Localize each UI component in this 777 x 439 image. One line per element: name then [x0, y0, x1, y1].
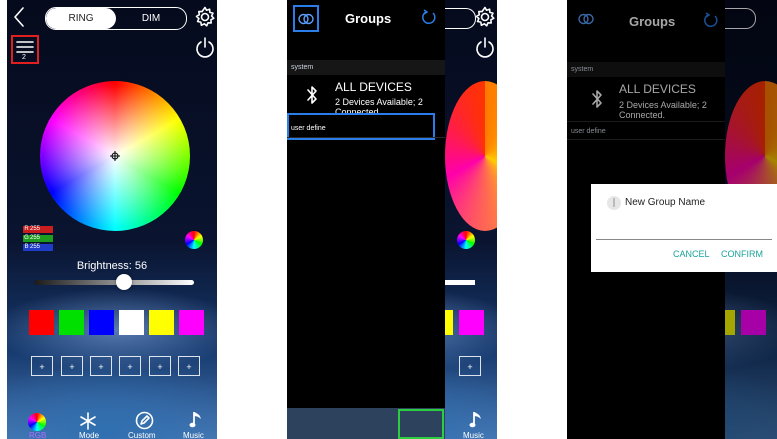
nav-custom[interactable]: Custom	[128, 431, 156, 439]
swatch-red[interactable]	[29, 310, 54, 335]
confirm-button[interactable]: CONFIRM	[721, 249, 763, 259]
color-palette-icon	[457, 231, 475, 249]
red-value: 255	[30, 226, 41, 232]
custom-color-add-button: +	[459, 356, 481, 376]
power-icon	[476, 37, 494, 58]
rgb-value-green: G255	[23, 235, 53, 242]
menu-icon	[16, 41, 34, 53]
swatch-magenta[interactable]	[179, 310, 204, 335]
music-note-icon	[469, 412, 481, 428]
menu-badge: 2	[22, 54, 26, 61]
gear-icon[interactable]	[194, 6, 216, 28]
new-group-dialog-screen: Groups system ALL DEVICES 2 Devices Avai…	[567, 0, 777, 439]
info-icon	[607, 196, 621, 210]
swatch-peek-yellow	[445, 310, 453, 335]
link-groups-icon	[298, 13, 314, 25]
dialog-title: New Group Name	[625, 197, 706, 208]
custom-edit-icon[interactable]	[135, 411, 154, 430]
groups-screen: + Groups system ALL DEVICES 2 Devices Av…	[287, 0, 497, 439]
tab-dim[interactable]: DIM	[116, 8, 186, 29]
device-name: ALL DEVICES	[335, 80, 412, 94]
custom-color-add-button[interactable]: +	[119, 356, 141, 376]
custom-color-add-button[interactable]: +	[31, 356, 53, 376]
nav-music: Music	[463, 431, 484, 439]
snowflake-icon[interactable]	[79, 412, 97, 430]
gear-icon	[475, 6, 495, 27]
page-title: Groups	[345, 11, 392, 26]
color-picker-crosshair-icon[interactable]	[110, 151, 120, 161]
custom-color-add-button[interactable]: +	[90, 356, 112, 376]
brightness-slider-knob[interactable]	[116, 274, 132, 290]
swatch-peek-magenta	[459, 310, 484, 335]
refresh-icon[interactable]	[421, 9, 437, 25]
custom-color-add-button[interactable]: +	[61, 356, 83, 376]
group-name-input[interactable]	[596, 225, 772, 240]
nav-rgb[interactable]: RGB	[29, 431, 46, 439]
brightness-label: Brightness: 56	[76, 260, 148, 272]
nav-mode[interactable]: Mode	[79, 431, 99, 439]
swatch-white[interactable]	[119, 310, 144, 335]
color-control-screen: RING DIM 2 R255 G255 B 255 Brightness: 56…	[7, 0, 217, 439]
swatch-blue[interactable]	[89, 310, 114, 335]
new-group-dialog: New Group Name CANCEL CONFIRM	[591, 184, 777, 272]
ring-dim-toggle[interactable]: RING DIM	[45, 7, 187, 30]
blue-value: 255	[30, 244, 41, 250]
info-icon-mark	[613, 198, 615, 207]
rgb-nav-icon[interactable]	[28, 413, 46, 431]
swatch-yellow[interactable]	[149, 310, 174, 335]
menu-button-highlight[interactable]: 2	[11, 35, 39, 64]
toggle-peek	[445, 8, 476, 29]
brightness-slider[interactable]	[34, 280, 194, 285]
slider-peek	[445, 280, 475, 285]
music-note-icon[interactable]	[189, 410, 203, 430]
custom-color-add-button[interactable]: +	[178, 356, 200, 376]
color-palette-icon[interactable]	[185, 231, 203, 249]
back-chevron-icon[interactable]	[12, 6, 26, 28]
power-icon[interactable]	[195, 36, 215, 58]
custom-color-add-button[interactable]: +	[149, 356, 171, 376]
bluetooth-icon	[307, 86, 317, 104]
rgb-value-blue: B 255	[23, 244, 53, 251]
groups-icon-button[interactable]	[293, 5, 319, 32]
tab-ring[interactable]: RING	[46, 8, 116, 29]
section-user-define: user define	[291, 125, 326, 132]
section-system: system	[291, 64, 314, 71]
nav-music[interactable]: Music	[183, 431, 204, 439]
swatch-green[interactable]	[59, 310, 84, 335]
cancel-button[interactable]: CANCEL	[673, 249, 710, 259]
green-value: 255	[30, 235, 41, 241]
rgb-value-red: R255	[23, 226, 53, 233]
divider	[287, 137, 445, 138]
nav-highlight-green[interactable]	[398, 409, 444, 439]
